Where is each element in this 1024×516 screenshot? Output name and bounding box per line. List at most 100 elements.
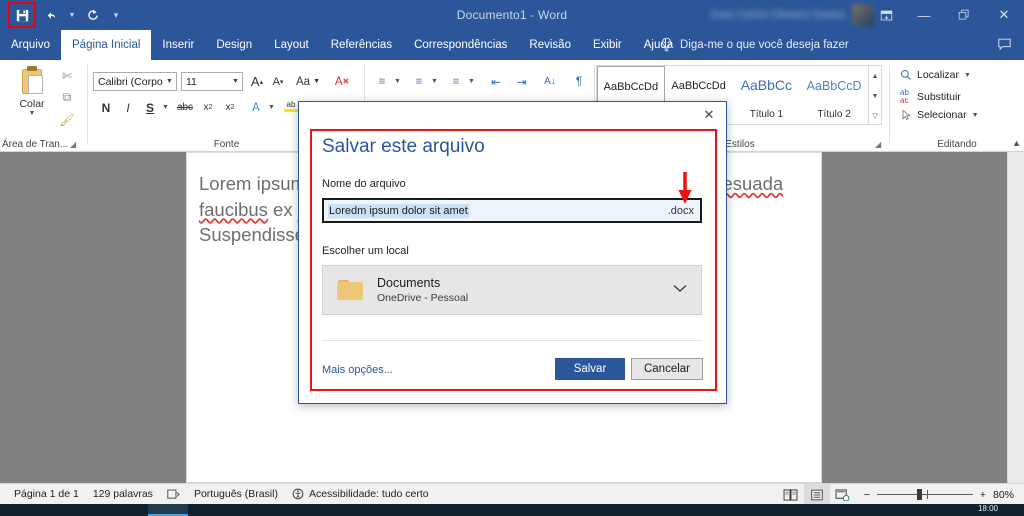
- filename-input[interactable]: Loredm ipsum dolor sit amet .docx: [322, 198, 702, 223]
- change-case-icon[interactable]: Aa ▼: [293, 72, 323, 91]
- tab-referências[interactable]: Referências: [320, 30, 403, 60]
- filename-extension: .docx: [667, 204, 694, 217]
- numbering-dropdown-icon[interactable]: ▼: [431, 78, 438, 85]
- taskbar-active-app[interactable]: [148, 504, 188, 516]
- clear-formatting-icon[interactable]: A ✖: [331, 72, 353, 91]
- styles-more-icon[interactable]: ▽: [869, 106, 881, 126]
- location-picker[interactable]: Documents OneDrive - Pessoal: [322, 265, 702, 315]
- more-options-link[interactable]: Mais opções...: [322, 364, 393, 376]
- zoom-out-button[interactable]: −: [864, 489, 870, 501]
- styles-dialog-launcher-icon[interactable]: ◢: [875, 140, 881, 149]
- taskbar-clock[interactable]: 18:00: [978, 504, 998, 513]
- proofing-icon[interactable]: [167, 489, 180, 500]
- clipboard-icon: [19, 66, 45, 96]
- accessibility-status[interactable]: Acessibilidade: tudo certo: [292, 488, 429, 500]
- text-effects-icon[interactable]: A: [246, 98, 266, 117]
- styles-scroll-up-icon[interactable]: ▲: [869, 66, 881, 86]
- underline-dropdown-icon[interactable]: ▼: [162, 104, 169, 111]
- shrink-font-icon[interactable]: A ▾: [268, 72, 288, 91]
- replace-icon: ab ac: [900, 88, 909, 105]
- location-name: Documents: [377, 276, 441, 290]
- read-mode-icon[interactable]: [778, 484, 804, 505]
- collapse-ribbon-icon[interactable]: ▲: [1012, 138, 1021, 148]
- replace-button[interactable]: ab ac Substituir: [900, 89, 961, 105]
- strikethrough-icon[interactable]: abc: [174, 98, 196, 117]
- increase-indent-icon[interactable]: ⇥: [511, 72, 533, 91]
- cut-icon[interactable]: ✄: [56, 65, 78, 86]
- style-preview: AaBbCc: [740, 77, 793, 93]
- tab-correspondências[interactable]: Correspondências: [403, 30, 518, 60]
- dialog-title: Salvar este arquivo: [322, 136, 485, 157]
- status-bar: Página 1 de 1 129 palavras Português (Br…: [0, 483, 1024, 505]
- find-button[interactable]: Localizar ▼: [900, 69, 971, 81]
- bullets-icon[interactable]: ≡: [371, 72, 393, 91]
- subscript-icon[interactable]: x2: [198, 98, 218, 117]
- format-painter-icon[interactable]: 🖌: [56, 109, 78, 130]
- chevron-down-icon[interactable]: [673, 284, 687, 296]
- dialog-close-icon[interactable]: ✕: [696, 104, 722, 126]
- document-word: Lorem: [199, 173, 252, 194]
- tab-arquivo[interactable]: Arquivo: [0, 30, 61, 60]
- show-formatting-marks-icon[interactable]: ¶: [568, 72, 590, 91]
- minimize-icon[interactable]: —: [904, 0, 944, 30]
- tell-me-box[interactable]: Diga-me o que você deseja fazer: [660, 30, 849, 60]
- comments-icon[interactable]: [997, 37, 1012, 56]
- ribbon-display-options-icon[interactable]: [868, 0, 904, 30]
- accessibility-icon: [292, 488, 304, 500]
- bold-icon[interactable]: N: [96, 98, 116, 117]
- clipboard-dialog-launcher-icon[interactable]: ◢: [70, 140, 76, 149]
- tab-layout[interactable]: Layout: [263, 30, 320, 60]
- font-size-dropdown-icon[interactable]: ▼: [229, 78, 242, 85]
- bullets-dropdown-icon[interactable]: ▼: [394, 78, 401, 85]
- numbering-icon[interactable]: ≡: [408, 72, 430, 91]
- location-subtitle: OneDrive - Pessoal: [377, 292, 469, 304]
- underline-icon[interactable]: S: [140, 98, 160, 117]
- page-indicator[interactable]: Página 1 de 1: [14, 488, 79, 500]
- tell-me-label: Diga-me o que você deseja fazer: [680, 39, 849, 51]
- close-icon[interactable]: ✕: [984, 0, 1024, 30]
- account-info[interactable]: Joao Carlos Oliveira Santos: [710, 3, 874, 27]
- zoom-level[interactable]: 80%: [993, 489, 1014, 501]
- account-name: Joao Carlos Oliveira Santos: [709, 9, 846, 21]
- superscript-icon[interactable]: x2: [220, 98, 240, 117]
- sort-icon[interactable]: A↓: [539, 72, 561, 91]
- zoom-in-button[interactable]: +: [980, 489, 986, 501]
- zoom-controls: − + 80%: [864, 489, 1014, 501]
- restore-icon[interactable]: [944, 0, 984, 30]
- text-effects-dropdown-icon[interactable]: ▼: [268, 104, 275, 111]
- copy-icon[interactable]: ⧉: [56, 87, 78, 108]
- cancel-button[interactable]: Cancelar: [631, 358, 703, 380]
- tab-página-inicial[interactable]: Página Inicial: [61, 30, 152, 60]
- font-name-dropdown-icon[interactable]: ▼: [163, 78, 176, 85]
- tab-design[interactable]: Design: [205, 30, 263, 60]
- print-layout-icon[interactable]: [803, 484, 830, 505]
- font-name-value: Calibri (Corpo: [98, 75, 163, 88]
- font-size-combo[interactable]: 11 ▼: [181, 72, 243, 91]
- save-button[interactable]: Salvar: [555, 358, 625, 380]
- font-name-combo[interactable]: Calibri (Corpo ▼: [93, 72, 177, 91]
- dialog-divider: [322, 340, 702, 341]
- style-item[interactable]: AaBbCc Título 1: [733, 66, 801, 124]
- paste-button[interactable]: Colar ▼: [10, 66, 54, 117]
- tab-inserir[interactable]: Inserir: [151, 30, 205, 60]
- zoom-slider-thumb[interactable]: [916, 489, 922, 500]
- styles-scroll-down-icon[interactable]: ▼: [869, 86, 881, 106]
- styles-scroll[interactable]: ▲ ▼ ▽: [869, 65, 882, 125]
- style-item[interactable]: AaBbCcD Título 2: [800, 66, 868, 124]
- zoom-slider[interactable]: [876, 489, 973, 500]
- paste-dropdown-icon[interactable]: ▼: [10, 110, 54, 117]
- web-layout-icon[interactable]: [830, 484, 856, 505]
- style-name: Título 2: [817, 109, 851, 120]
- vertical-scrollbar[interactable]: ▲: [1007, 138, 1024, 483]
- style-preview: AaBbCcDd: [603, 81, 659, 93]
- select-button[interactable]: Selecionar ▼: [900, 109, 979, 121]
- tab-exibir[interactable]: Exibir: [582, 30, 633, 60]
- language-indicator[interactable]: Português (Brasil): [194, 488, 278, 500]
- multilevel-list-icon[interactable]: ≡: [445, 72, 467, 91]
- tab-revisão[interactable]: Revisão: [518, 30, 582, 60]
- grow-font-icon[interactable]: A ▴: [247, 72, 267, 91]
- multilevel-dropdown-icon[interactable]: ▼: [468, 78, 475, 85]
- word-count[interactable]: 129 palavras: [93, 488, 153, 500]
- italic-icon[interactable]: I: [118, 98, 138, 117]
- decrease-indent-icon[interactable]: ⇤: [485, 72, 507, 91]
